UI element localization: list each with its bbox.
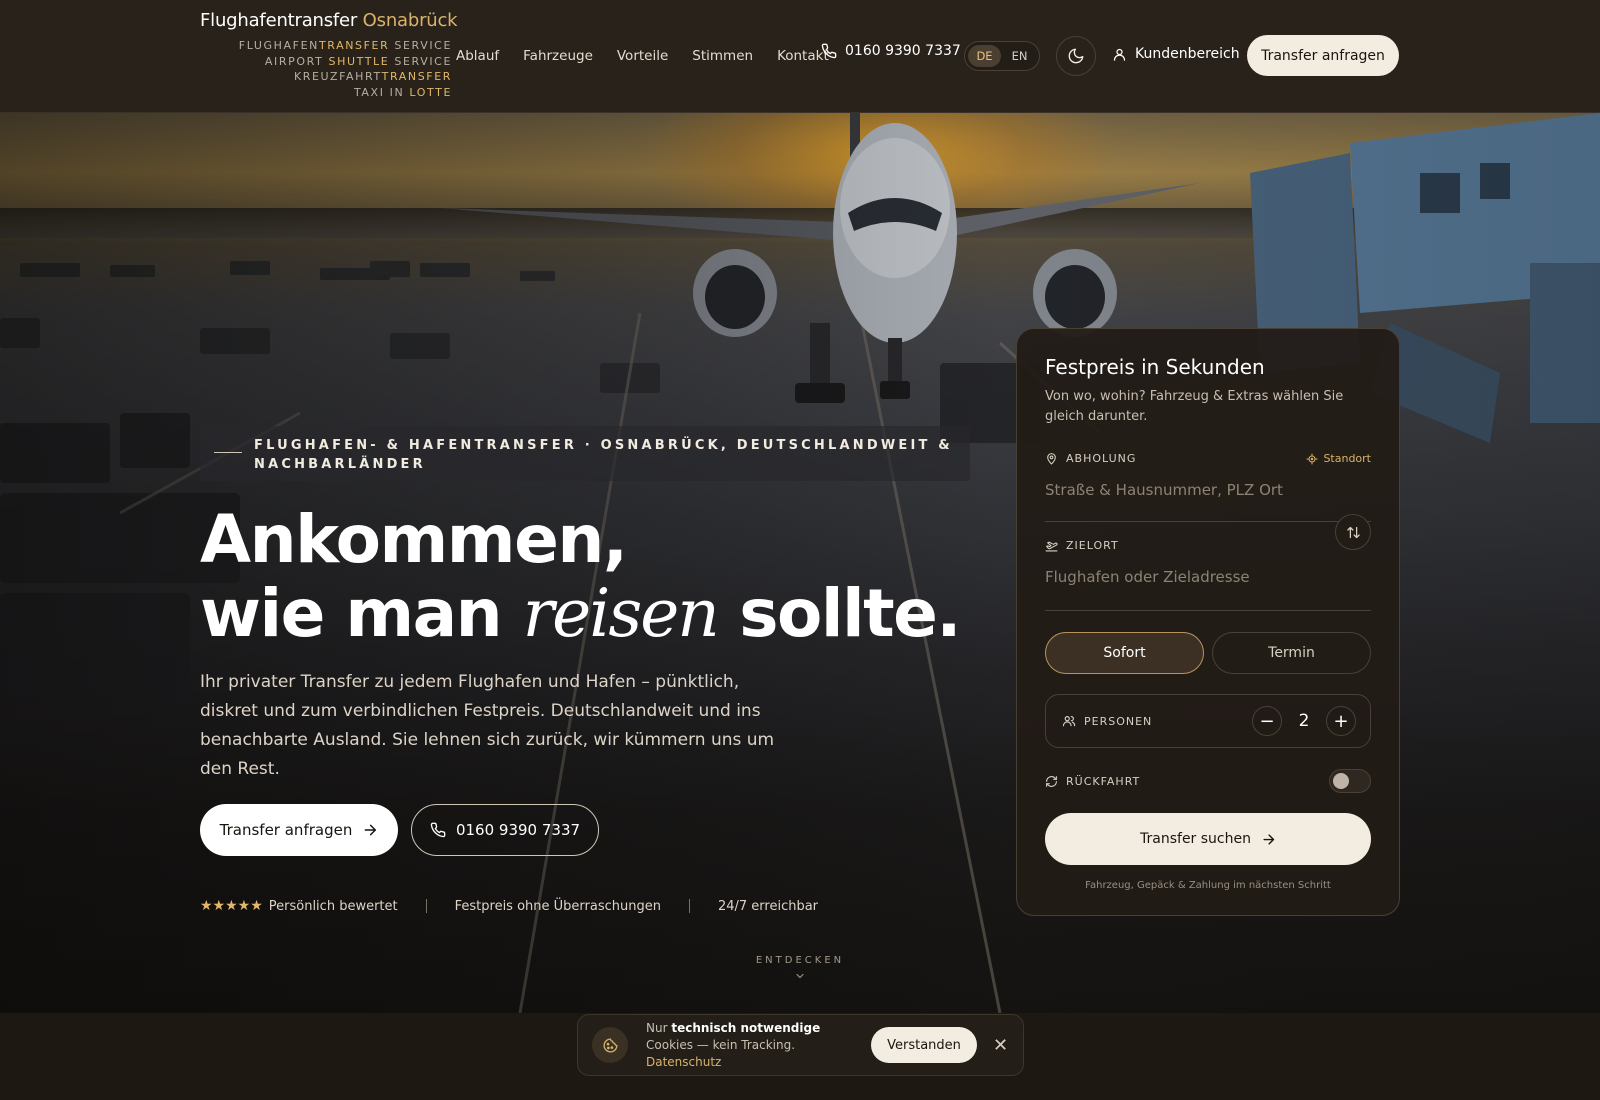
destination-input[interactable]	[1045, 568, 1371, 586]
tagline-2: AIRPORT SHUTTLE SERVICE	[264, 54, 452, 68]
persons-count: 2	[1298, 711, 1310, 731]
use-location-button[interactable]: Standort	[1306, 452, 1371, 465]
swap-icon	[1346, 526, 1360, 538]
refresh-icon	[1046, 775, 1057, 787]
close-icon[interactable]: ✕	[993, 1035, 1008, 1056]
pickup-input[interactable]	[1045, 481, 1371, 499]
header-phone-link[interactable]: 0160 9390 7337	[821, 43, 961, 59]
nav-stimmen[interactable]: Stimmen	[692, 48, 753, 64]
use-location-label: Standort	[1323, 452, 1371, 465]
headline-line-1: Ankommen,	[200, 501, 628, 578]
booking-note: Fahrzeug, Gepäck & Zahlung im nächsten S…	[1085, 880, 1331, 891]
brand-title: Flughafentransfer Osnabrück	[200, 10, 458, 31]
trust-fixed-price: Festpreis ohne Überraschungen	[454, 898, 661, 914]
booking-subtitle: Von wo, wohin? Fahrzeug & Extras wählen …	[1045, 389, 1344, 424]
hero-transfer-request-button[interactable]: Transfer anfragen	[200, 804, 398, 856]
privacy-link[interactable]: Datenschutz	[646, 1055, 721, 1069]
lang-en[interactable]: EN	[1003, 45, 1036, 67]
cookie-accept-button[interactable]: Verstanden	[871, 1027, 977, 1063]
trust-rated: Persönlich bewertet	[268, 898, 398, 914]
toggle-knob	[1333, 773, 1349, 789]
transfer-search-button[interactable]: Transfer suchen	[1045, 813, 1371, 865]
header-phone-number: 0160 9390 7337	[845, 43, 961, 59]
crosshair-icon	[1306, 453, 1318, 464]
main-nav: Ablauf Fahrzeuge Vorteile Stimmen Kontak…	[456, 37, 853, 75]
pickup-label: ABHOLUNG	[1066, 452, 1137, 465]
destination-label-row: ZIELORT	[1045, 539, 1371, 552]
site-header: Flughafentransfer Osnabrück FLUGHAFENTRA…	[0, 0, 1600, 113]
cookie-message: Nur technisch notwendige Cookies — kein …	[646, 1020, 821, 1069]
tagline-3: KREUZFAHRTTRANSFER	[293, 70, 452, 83]
map-pin-icon	[1047, 453, 1056, 465]
persons-label: PERSONEN	[1084, 714, 1153, 728]
users-icon	[1062, 716, 1076, 727]
language-switch: DE EN	[964, 41, 1040, 71]
arrow-right-icon	[1263, 833, 1275, 845]
discover-scroll-hint[interactable]: ENTDECKEN	[740, 955, 860, 985]
cookie-bold: technisch notwendige	[671, 1020, 821, 1035]
phone-icon	[430, 822, 446, 838]
return-trip-toggle[interactable]	[1329, 769, 1371, 793]
hero-lead: Ihr privater Transfer zu jedem Flughafen…	[200, 672, 775, 779]
headline-emphasis: reisen	[522, 575, 720, 652]
headline-line-2a: wie man	[200, 575, 523, 652]
arrow-right-icon	[364, 824, 377, 836]
hero-transfer-request-label: Transfer anfragen	[219, 821, 353, 839]
return-label-row: RÜCKFAHRT	[1045, 775, 1329, 788]
hero-phone-label: 0160 9390 7337	[455, 821, 581, 839]
cookie-icon	[592, 1027, 628, 1063]
swap-addresses-button[interactable]	[1335, 514, 1371, 550]
eyebrow-dash	[214, 452, 242, 453]
trust-bar: ★★★★★ Persönlich bewertet Festpreis ohne…	[200, 898, 818, 914]
eyebrow-text: FLUGHAFEN- & HAFENTRANSFER · OSNABRÜCK, …	[254, 438, 953, 472]
trust-divider	[688, 899, 690, 913]
chevron-down-icon	[796, 973, 804, 979]
return-label: RÜCKFAHRT	[1066, 774, 1141, 788]
hero-headline: Ankommen, wie man reisen sollte.	[200, 501, 962, 652]
transfer-search-label: Transfer suchen	[1140, 831, 1251, 847]
pickup-field: ABHOLUNG Standort	[1045, 452, 1371, 522]
user-icon	[1113, 48, 1126, 61]
discover-label: ENTDECKEN	[755, 955, 845, 966]
mode-schedule-button[interactable]: Termin	[1212, 632, 1371, 674]
trust-divider	[425, 899, 427, 913]
header-transfer-request-button[interactable]: Transfer anfragen	[1247, 35, 1399, 76]
destination-field: ZIELORT	[1045, 539, 1371, 611]
rating-stars: ★★★★★	[200, 898, 263, 914]
theme-toggle-button[interactable]	[1056, 36, 1096, 76]
cookie-banner: Nur technisch notwendige Cookies — kein …	[577, 1014, 1024, 1076]
brand-taglines: FLUGHAFENTRANSFER SERVICE AIRPORT SHUTTL…	[200, 38, 452, 100]
account-link[interactable]: Kundenbereich	[1112, 46, 1240, 62]
nav-fahrzeuge[interactable]: Fahrzeuge	[523, 48, 593, 64]
hero-eyebrow: FLUGHAFEN- & HAFENTRANSFER · OSNABRÜCK, …	[200, 426, 970, 481]
trust-availability: 24/7 erreichbar	[717, 898, 819, 914]
brand-name: Flughafentransfer	[200, 10, 358, 31]
nav-ablauf[interactable]: Ablauf	[456, 48, 499, 64]
booking-title: Festpreis in Sekunden	[1045, 355, 1265, 379]
nav-vorteile[interactable]: Vorteile	[617, 48, 668, 64]
account-label: Kundenbereich	[1135, 46, 1240, 62]
headline-line-2c: sollte.	[717, 575, 961, 652]
tagline-1: FLUGHAFENTRANSFER SERVICE	[238, 39, 452, 52]
persons-stepper: PERSONEN − 2 +	[1045, 694, 1371, 748]
hero-phone-button[interactable]: 0160 9390 7337	[411, 804, 599, 856]
lang-de[interactable]: DE	[968, 45, 1001, 67]
persons-decrement-button[interactable]: −	[1252, 706, 1282, 736]
timing-segmented-control: Sofort Termin	[1045, 632, 1371, 674]
mode-now-button[interactable]: Sofort	[1045, 632, 1204, 674]
tagline-4: TAXI IN LOTTE	[353, 85, 452, 99]
persons-label-row: PERSONEN	[1062, 714, 1252, 728]
destination-label: ZIELORT	[1066, 539, 1119, 552]
brand-logo[interactable]: Flughafentransfer Osnabrück FLUGHAFENTRA…	[200, 10, 458, 100]
plane-icon	[1045, 541, 1058, 552]
return-trip-row: RÜCKFAHRT	[1045, 769, 1371, 793]
persons-increment-button[interactable]: +	[1326, 706, 1356, 736]
booking-card: Festpreis in Sekunden Von wo, wohin? Fah…	[1016, 328, 1400, 916]
brand-city: Osnabrück	[362, 10, 458, 31]
moon-icon	[1068, 48, 1084, 64]
phone-icon	[821, 43, 837, 59]
